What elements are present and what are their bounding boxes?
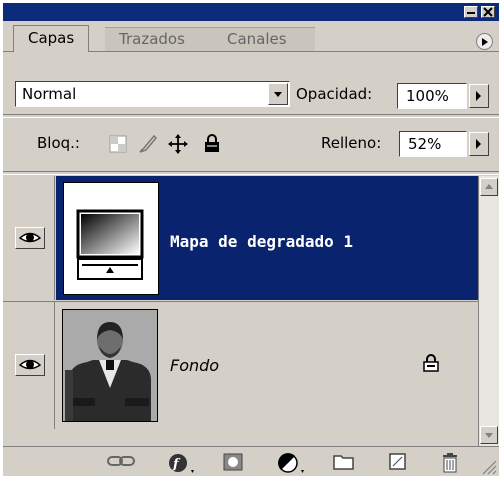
trash-icon[interactable] [440, 452, 460, 474]
layers-toolbar: f [3, 446, 499, 476]
visibility-toggle[interactable] [15, 227, 45, 249]
fill-slider-button[interactable] [469, 132, 489, 156]
adjustment-layer-thumbnail[interactable] [63, 182, 159, 295]
gradient-map-icon [76, 209, 144, 280]
opacity-slider-button[interactable] [469, 84, 489, 108]
layer-row-gradient-map[interactable]: Mapa de degradado 1 [3, 176, 478, 300]
layer-name[interactable]: Fondo [170, 356, 219, 375]
adjustment-layer-icon[interactable] [277, 452, 307, 476]
close-icon [483, 7, 493, 17]
layers-scrollbar[interactable] [478, 176, 499, 456]
new-group-icon[interactable] [332, 452, 356, 472]
panel-menu-button[interactable] [476, 33, 493, 50]
opacity-field[interactable]: 100% [397, 83, 467, 109]
add-mask-icon[interactable] [222, 452, 246, 474]
scroll-up-button[interactable] [480, 178, 498, 196]
tab-capas[interactable]: Capas [13, 25, 90, 52]
layer-row-fondo[interactable]: Fondo [3, 301, 478, 429]
visibility-toggle[interactable] [15, 354, 45, 376]
tab-strip: Canales Trazados Capas [3, 21, 499, 52]
minimize-button[interactable] [464, 6, 478, 18]
visibility-column [3, 176, 55, 300]
blend-mode-select[interactable]: Normal [15, 81, 290, 107]
opacity-label: Opacidad: [296, 85, 373, 103]
divider [3, 114, 499, 118]
fill-label: Relleno: [321, 134, 382, 152]
fill-field[interactable]: 52% [399, 131, 467, 157]
lock-image-pixels-icon[interactable] [137, 133, 159, 155]
tab-canales[interactable]: Canales [213, 27, 315, 51]
eye-icon [18, 359, 42, 370]
chevron-down-icon[interactable] [268, 83, 288, 105]
panel-titlebar [3, 3, 499, 21]
blend-mode-value: Normal [22, 85, 77, 103]
lock-position-icon[interactable] [167, 133, 189, 155]
layer-style-icon[interactable]: f [167, 452, 197, 476]
link-layers-icon[interactable] [106, 452, 136, 470]
divider [3, 171, 499, 175]
eye-icon [18, 232, 42, 243]
lock-all-icon[interactable] [203, 133, 221, 153]
resize-grip-icon[interactable] [481, 459, 497, 475]
tab-trazados[interactable]: Trazados [105, 27, 217, 51]
layer-thumbnail[interactable] [62, 309, 158, 422]
close-button[interactable] [481, 6, 495, 18]
layer-name[interactable]: Mapa de degradado 1 [170, 232, 353, 251]
lock-icon [423, 354, 439, 372]
layers-panel: Canales Trazados Capas Normal Opacidad: … [3, 3, 499, 476]
portrait-photo [63, 310, 157, 421]
layers-list: Mapa de degradado 1 Fondo [3, 176, 478, 429]
lock-transparency-icon[interactable] [109, 135, 127, 153]
lock-label: Bloq.: [37, 134, 80, 152]
new-layer-icon[interactable] [388, 452, 408, 472]
scroll-down-button[interactable] [480, 426, 498, 444]
visibility-column [3, 302, 55, 429]
